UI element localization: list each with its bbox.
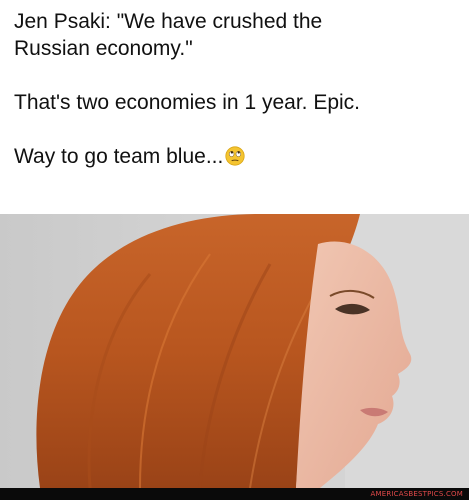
photo-illustration xyxy=(0,214,469,488)
caption-line-3: That's two economies in 1 year. Epic. xyxy=(14,89,459,116)
woman-profile-photo xyxy=(0,214,469,488)
caption-quote: Jen Psaki: "We have crushed the Russian … xyxy=(14,8,459,62)
caption-line-2: Russian economy." xyxy=(14,37,193,60)
watermark: AMERICASBESTPICS.COM xyxy=(370,490,463,498)
caption-line-1: Jen Psaki: "We have crushed the xyxy=(14,10,323,33)
post-caption: Jen Psaki: "We have crushed the Russian … xyxy=(14,8,459,170)
caption-line-4-row: Way to go team blue... xyxy=(14,143,459,170)
rolling-eyes-emoji-icon xyxy=(225,146,245,166)
caption-comment: That's two economies in 1 year. Epic. xyxy=(14,91,361,114)
caption-line-4: Way to go team blue... xyxy=(14,145,224,168)
footer-bar: AMERICASBESTPICS.COM xyxy=(0,488,469,500)
